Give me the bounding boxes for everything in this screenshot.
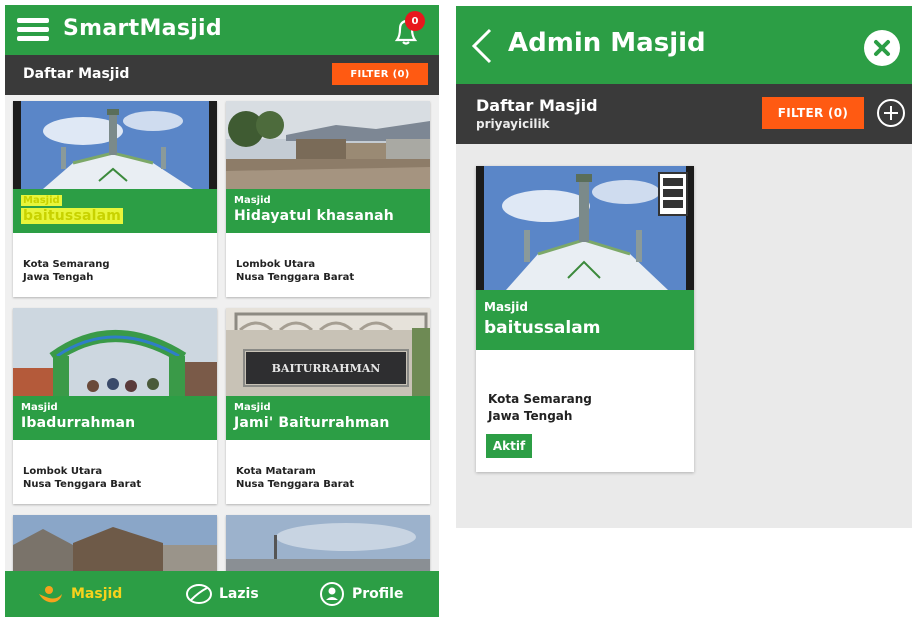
mosque-province: Jawa Tengah: [23, 272, 94, 283]
mosque-photo: [226, 101, 430, 189]
app-title: SmartMasjid: [63, 16, 222, 41]
nav-masjid[interactable]: Masjid: [35, 571, 122, 617]
mosque-label-band: Masjid baitussalam: [476, 290, 694, 350]
mosque-card[interactable]: Masjid baitussalam Kota Semarang Jawa Te…: [476, 166, 694, 472]
admin-masjid-screen: Admin Masjid Daftar Masjid priyayicilik …: [456, 6, 912, 528]
top-app-bar: Admin Masjid: [456, 6, 912, 84]
nav-label: Profile: [352, 586, 404, 602]
nav-label: Lazis: [219, 586, 259, 602]
nav-profile[interactable]: Profile: [318, 571, 403, 617]
mosque-name: baitussalam: [484, 318, 601, 338]
mosque-name: Hidayatul khasanah: [234, 208, 394, 224]
filter-button[interactable]: FILTER (0): [762, 97, 864, 129]
bottom-navigation: Masjid Lazis Profile: [5, 571, 439, 617]
mosque-type-label: Masjid: [234, 402, 271, 413]
mosque-province: Nusa Tenggara Barat: [236, 479, 355, 490]
smartmasjid-screen: SmartMasjid 0 Daftar Masjid FILTER (0) M…: [5, 5, 439, 617]
status-badge: Aktif: [486, 434, 532, 458]
mosque-icon: [39, 586, 62, 603]
mosque-name: baitussalam: [21, 208, 124, 224]
section-title: Daftar Masjid: [23, 66, 130, 82]
filter-button[interactable]: FILTER (0): [332, 63, 428, 85]
page-title: Admin Masjid: [508, 28, 706, 58]
mosque-city: Lombok Utara: [23, 466, 103, 477]
mosque-photo: [13, 308, 217, 396]
mosque-province: Jawa Tengah: [488, 409, 573, 423]
profile-icon: [320, 582, 344, 606]
back-chevron-icon[interactable]: [468, 26, 496, 66]
add-circle-icon[interactable]: [876, 98, 906, 128]
mosque-card[interactable]: Masjid baitussalam Kota Semarang Jawa Te…: [13, 101, 217, 297]
mosque-label-band: Masjid Hidayatul khasanah: [226, 189, 430, 233]
close-icon: [874, 40, 890, 56]
leaf-icon: [186, 584, 212, 604]
section-header: Daftar Masjid FILTER (0): [5, 55, 439, 95]
mosque-type-label: Masjid: [21, 402, 58, 413]
mosque-city: Kota Semarang: [23, 259, 110, 270]
card-menu-icon[interactable]: [658, 172, 688, 216]
nav-label: Masjid: [71, 586, 123, 602]
mosque-card[interactable]: Masjid Ibadurrahman Lombok Utara Nusa Te…: [13, 308, 217, 504]
mosque-city: Kota Semarang: [488, 392, 592, 406]
svg-text:BAITURRAHMAN: BAITURRAHMAN: [272, 362, 381, 375]
mosque-type-label: Masjid: [484, 300, 528, 314]
nav-lazis[interactable]: Lazis: [185, 571, 259, 617]
mosque-card[interactable]: BAITURRAHMAN Masjid Jami' Baiturrahman K…: [226, 308, 430, 504]
mosque-label-band: Masjid Ibadurrahman: [13, 396, 217, 440]
mosque-photo: [226, 515, 430, 575]
mosque-photo: BAITURRAHMAN: [226, 308, 430, 396]
mosque-name: Ibadurrahman: [21, 415, 136, 431]
mosque-photo: [13, 515, 217, 575]
mosque-label-band: Masjid Jami' Baiturrahman: [226, 396, 430, 440]
username: priyayicilik: [476, 117, 550, 131]
mosque-card[interactable]: Masjid Hidayatul khasanah Lombok Utara N…: [226, 101, 430, 297]
section-header: Daftar Masjid priyayicilik FILTER (0): [456, 84, 912, 144]
mosque-card[interactable]: [226, 515, 430, 575]
top-app-bar: SmartMasjid 0: [5, 5, 439, 55]
mosque-photo: [13, 101, 217, 189]
hamburger-menu-icon[interactable]: [17, 18, 49, 42]
mosque-label-band: Masjid baitussalam: [13, 189, 217, 233]
section-title: Daftar Masjid: [476, 96, 598, 115]
notification-badge: 0: [405, 11, 425, 31]
mosque-name: Jami' Baiturrahman: [234, 415, 390, 431]
mosque-province: Nusa Tenggara Barat: [236, 272, 355, 283]
mosque-type-label: Masjid: [21, 195, 62, 206]
mosque-city: Kota Mataram: [236, 466, 316, 477]
mosque-city: Lombok Utara: [236, 259, 316, 270]
close-button[interactable]: [864, 30, 900, 66]
mosque-province: Nusa Tenggara Barat: [23, 479, 142, 490]
mosque-card[interactable]: [13, 515, 217, 575]
mosque-type-label: Masjid: [234, 195, 271, 206]
